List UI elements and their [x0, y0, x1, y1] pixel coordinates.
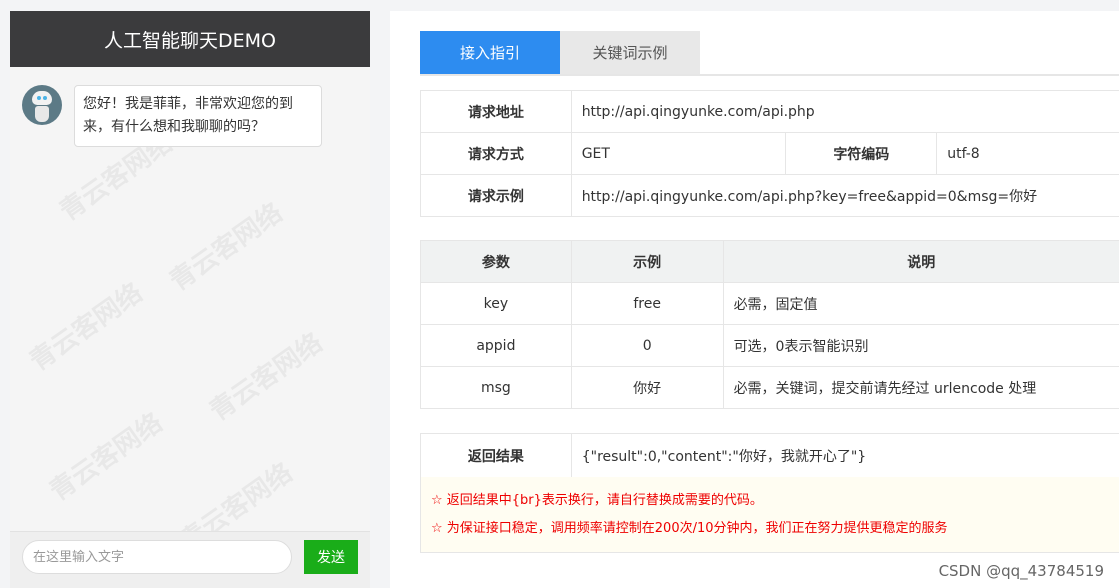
chat-footer: 发送 — [10, 531, 370, 588]
request-info-table: 请求地址 http://api.qingyunke.com/api.php 请求… — [420, 90, 1119, 217]
param-desc: 可选，0表示智能识别 — [722, 324, 1119, 367]
param-name: msg — [420, 366, 572, 409]
table-header-row: 参数 示例 说明 — [420, 240, 1119, 283]
watermark-text: 青云客网络 — [44, 407, 169, 508]
result-label: 返回结果 — [420, 433, 572, 478]
send-button[interactable]: 发送 — [304, 540, 358, 574]
notes-box: ☆ 返回结果中{br}表示换行，请自行替换成需要的代码。 ☆ 为保证接口稳定，调… — [420, 477, 1119, 553]
chat-panel: 人工智能聊天DEMO 青云客网络 青云客网络 青云客网络 青云客网络 青云客网络… — [10, 11, 370, 588]
url-value: http://api.qingyunke.com/api.php — [570, 90, 1119, 133]
table-row: 请求示例 http://api.qingyunke.com/api.php?ke… — [420, 174, 1119, 217]
param-desc: 必需，关键词，提交前请先经过 urlencode 处理 — [722, 366, 1119, 409]
chat-message: 您好！我是菲菲，非常欢迎您的到来，有什么想和我聊聊的吗？ — [22, 85, 322, 147]
param-name: key — [420, 282, 572, 325]
chat-bubble: 您好！我是菲菲，非常欢迎您的到来，有什么想和我聊聊的吗？ — [74, 85, 322, 147]
csdn-watermark: CSDN @qq_43784519 — [938, 562, 1104, 580]
param-example: 你好 — [570, 366, 724, 409]
param-example: free — [570, 282, 724, 325]
note-text: ☆ 返回结果中{br}表示换行，请自行替换成需要的代码。 — [431, 493, 763, 508]
param-name: appid — [420, 324, 572, 367]
url-label: 请求地址 — [420, 90, 572, 133]
tab-keyword-examples[interactable]: 关键词示例 — [560, 31, 700, 74]
method-label: 请求方式 — [420, 132, 572, 175]
chat-input[interactable] — [22, 540, 292, 574]
tab-bar: 接入指引 关键词示例 — [420, 31, 1119, 76]
column-header: 说明 — [722, 240, 1119, 283]
table-row: appid 0 可选，0表示智能识别 — [420, 324, 1119, 367]
params-table: 参数 示例 说明 key free 必需，固定值 appid 0 可选，0表示智… — [420, 240, 1119, 409]
charset-label: 字符编码 — [785, 132, 938, 175]
charset-value: utf-8 — [936, 132, 1119, 175]
watermark-text: 青云客网络 — [204, 327, 329, 428]
column-header: 示例 — [570, 240, 724, 283]
result-table: 返回结果 {"result":0,"content":"你好，我就开心了"} — [420, 433, 1119, 478]
watermark-text: 青云客网络 — [164, 197, 289, 298]
param-example: 0 — [570, 324, 724, 367]
table-row: 请求地址 http://api.qingyunke.com/api.php — [420, 90, 1119, 133]
bot-avatar-icon — [22, 85, 62, 125]
table-row: key free 必需，固定值 — [420, 282, 1119, 325]
result-value: {"result":0,"content":"你好，我就开心了"} — [570, 433, 1119, 478]
watermark-text: 青云客网络 — [24, 277, 149, 378]
table-row: msg 你好 必需，关键词，提交前请先经过 urlencode 处理 — [420, 366, 1119, 409]
table-row: 返回结果 {"result":0,"content":"你好，我就开心了"} — [420, 433, 1119, 478]
method-value: GET — [570, 132, 787, 175]
watermark-text: 青云客网络 — [174, 457, 299, 532]
param-desc: 必需，固定值 — [722, 282, 1119, 325]
tab-access-guide[interactable]: 接入指引 — [420, 31, 560, 74]
note-text: ☆ 为保证接口稳定，调用频率请控制在200次/10分钟内，我们正在努力提供更稳定… — [431, 521, 948, 536]
column-header: 参数 — [420, 240, 572, 283]
example-label: 请求示例 — [420, 174, 572, 217]
table-row: 请求方式 GET 字符编码 utf-8 — [420, 132, 1119, 175]
chat-title: 人工智能聊天DEMO — [10, 11, 370, 67]
chat-messages: 青云客网络 青云客网络 青云客网络 青云客网络 青云客网络 青云客网络 您好！我… — [10, 67, 370, 532]
example-value: http://api.qingyunke.com/api.php?key=fre… — [570, 174, 1119, 217]
api-doc-panel: 接入指引 关键词示例 请求地址 http://api.qingyunke.com… — [390, 11, 1119, 588]
